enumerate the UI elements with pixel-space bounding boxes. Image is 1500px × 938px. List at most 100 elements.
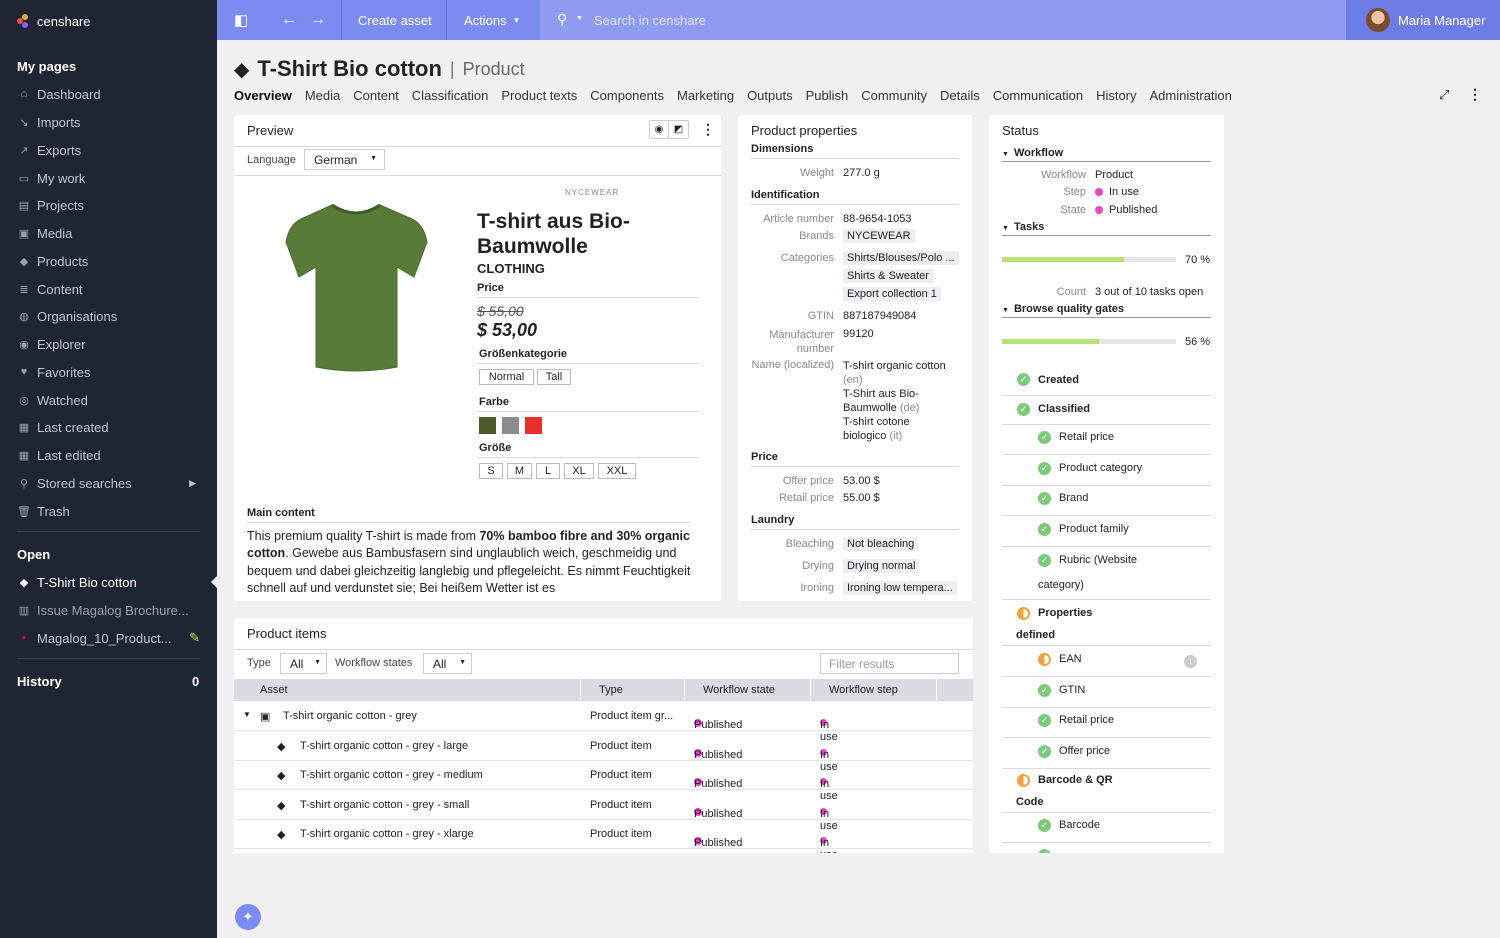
size-m[interactable]: M xyxy=(507,463,532,479)
more-menu-icon[interactable]: ⋮ xyxy=(1468,86,1482,103)
history-heading[interactable]: History xyxy=(17,674,62,689)
gate-gtin[interactable]: GTIN xyxy=(1059,684,1085,696)
workflow-states-select[interactable]: All ▼ xyxy=(423,653,472,674)
sidebar-item-dashboard[interactable]: ⌂ Dashboard xyxy=(17,83,202,105)
gate-rubric[interactable]: Rubric (Website xyxy=(1059,554,1137,566)
workflow-heading[interactable]: ▼ Workflow xyxy=(1002,147,1063,159)
sidebar-item-stored-searches[interactable]: ⚲ Stored searches ▶ xyxy=(17,472,202,494)
search-input[interactable]: Search in censhare xyxy=(594,13,706,28)
create-asset-button[interactable]: Create asset xyxy=(358,0,432,40)
sidebar-item-exports[interactable]: ↗ Exports xyxy=(17,139,202,161)
size-category-tall[interactable]: Tall xyxy=(537,369,571,385)
table-row[interactable]: ▼ ▣ T-shirt organic cotton - grey Produc… xyxy=(234,701,973,743)
panel-toggle-icon[interactable]: ◧ xyxy=(234,0,248,40)
sidebar-item-products[interactable]: ◆ Products xyxy=(17,250,202,272)
sidebar-item-my-work[interactable]: ▭ My work xyxy=(17,167,202,189)
type-filter-select[interactable]: All ▼ xyxy=(280,653,327,674)
gate-barcode-qr[interactable]: Barcode & QR xyxy=(1038,774,1113,786)
actions-button[interactable]: Actions ▼ xyxy=(464,0,521,40)
tab-communication[interactable]: Communication xyxy=(993,88,1083,104)
table-row[interactable]: ◆ T-shirt organic cotton - grey - large … xyxy=(234,731,973,773)
table-row[interactable]: ◆ T-shirt organic cotton - grey - xlarge… xyxy=(234,819,973,853)
eye-icon[interactable]: ◉ xyxy=(650,121,670,138)
column-type[interactable]: Type xyxy=(599,684,623,696)
back-arrow-icon[interactable]: ← xyxy=(281,0,297,40)
table-row[interactable]: ◆ T-shirt organic cotton - grey - medium… xyxy=(234,760,973,802)
size-xl[interactable]: XL xyxy=(564,463,594,479)
category-chip[interactable]: Shirts/Blouses/Polo ... xyxy=(843,251,959,265)
tab-details[interactable]: Details xyxy=(940,88,980,104)
tab-overview[interactable]: Overview xyxy=(234,88,292,104)
user-menu[interactable]: Maria Manager xyxy=(1346,0,1500,40)
category-chip[interactable]: Shirts & Sweater xyxy=(843,269,933,283)
open-item-tshirt[interactable]: ◆ T-Shirt Bio cotton xyxy=(17,571,202,593)
tab-publish[interactable]: Publish xyxy=(806,88,849,104)
sidebar-item-organisations[interactable]: ◍ Organisations xyxy=(17,305,202,327)
tab-administration[interactable]: Administration xyxy=(1150,88,1232,104)
sidebar-item-explorer[interactable]: ◉ Explorer xyxy=(17,333,202,355)
layout-icon[interactable]: ◩ xyxy=(669,121,688,138)
tab-media[interactable]: Media xyxy=(305,88,340,104)
gate-classified[interactable]: Classified xyxy=(1038,403,1090,415)
open-item-magalog-product[interactable]: ▪ Magalog_10_Product... ✎ xyxy=(17,627,202,649)
sidebar-item-imports[interactable]: ↘ Imports xyxy=(17,111,202,133)
tab-product-texts[interactable]: Product texts xyxy=(501,88,577,104)
color-swatch-green[interactable] xyxy=(479,417,496,434)
more-menu-icon[interactable]: ⋮ xyxy=(701,121,715,138)
ironing-chip[interactable]: Ironing low tempera... xyxy=(843,581,957,595)
column-asset[interactable]: Asset xyxy=(260,684,288,696)
tab-content[interactable]: Content xyxy=(353,88,399,104)
drying-chip[interactable]: Drying normal xyxy=(843,559,920,573)
tab-marketing[interactable]: Marketing xyxy=(677,88,734,104)
forward-arrow-icon[interactable]: → xyxy=(310,0,326,40)
tab-components[interactable]: Components xyxy=(590,88,664,104)
sidebar-item-last-edited[interactable]: ▦ Last edited xyxy=(17,444,202,466)
quality-gates-heading[interactable]: ▼ Browse quality gates xyxy=(1002,303,1124,315)
open-item-magalog-brochure[interactable]: ▥ Issue Magalog Brochure... xyxy=(17,599,202,621)
sidebar-item-trash[interactable]: 🗑 Trash xyxy=(17,500,202,522)
tab-outputs[interactable]: Outputs xyxy=(747,88,793,104)
tab-classification[interactable]: Classification xyxy=(412,88,489,104)
sidebar-item-content[interactable]: ≣ Content xyxy=(17,278,202,300)
color-swatch-grey[interactable] xyxy=(502,417,519,434)
language-select[interactable]: German ▼ xyxy=(304,149,385,170)
gate-brand[interactable]: Brand xyxy=(1059,492,1088,504)
sidebar-item-media[interactable]: ▣ Media xyxy=(17,222,202,244)
sidebar-item-projects[interactable]: ▤ Projects xyxy=(17,194,202,216)
table-row[interactable]: ◆ T-shirt organic cotton - grey - small … xyxy=(234,790,973,832)
size-xxl[interactable]: XXL xyxy=(598,463,636,479)
gate-created[interactable]: Created xyxy=(1038,374,1079,386)
caret-down-icon[interactable]: ▼ xyxy=(243,710,251,719)
column-workflow-step[interactable]: Workflow step xyxy=(829,684,898,696)
gate-product-family[interactable]: Product family xyxy=(1059,523,1129,535)
search-bar[interactable]: ⚲ ▼ Search in censhare xyxy=(540,0,1346,40)
expand-icon[interactable]: ⤢ xyxy=(1439,87,1449,103)
color-swatch-red[interactable] xyxy=(525,417,542,434)
gate-ean[interactable]: EAN xyxy=(1059,653,1082,665)
size-category-normal[interactable]: Normal xyxy=(479,369,534,385)
tasks-heading[interactable]: ▼ Tasks xyxy=(1002,221,1044,233)
size-l[interactable]: L xyxy=(536,463,560,479)
tab-community[interactable]: Community xyxy=(861,88,927,104)
sidebar-item-watched[interactable]: ◎ Watched xyxy=(17,389,202,411)
gate-properties[interactable]: Properties xyxy=(1038,607,1092,619)
sidebar-item-favorites[interactable]: ♥ Favorites xyxy=(17,361,202,383)
censhare-logo[interactable]: censhare xyxy=(17,11,90,31)
tab-history[interactable]: History xyxy=(1096,88,1136,104)
gate-product-category[interactable]: Product category xyxy=(1059,462,1142,474)
gate-retail-price-2[interactable]: Retail price xyxy=(1059,714,1114,726)
chevron-down-icon[interactable]: ▼ xyxy=(576,15,583,22)
pencil-icon[interactable]: ✎ xyxy=(189,630,200,646)
gate-barcode[interactable]: Barcode xyxy=(1059,819,1100,831)
filter-results-input[interactable]: Filter results xyxy=(820,653,959,674)
info-icon[interactable]: i xyxy=(1184,655,1197,668)
size-s[interactable]: S xyxy=(479,463,503,479)
category-chip[interactable]: Export collection 1 xyxy=(843,287,941,301)
gate-retail-price[interactable]: Retail price xyxy=(1059,431,1114,443)
column-workflow-state[interactable]: Workflow state xyxy=(703,684,775,696)
pin-icon[interactable]: ✦ xyxy=(235,904,261,930)
brand-chip[interactable]: NYCEWEAR xyxy=(843,229,915,243)
gate-offer-price[interactable]: Offer price xyxy=(1059,745,1110,757)
bleaching-chip[interactable]: Not bleaching xyxy=(843,537,919,551)
sidebar-item-last-created[interactable]: ▦ Last created xyxy=(17,416,202,438)
